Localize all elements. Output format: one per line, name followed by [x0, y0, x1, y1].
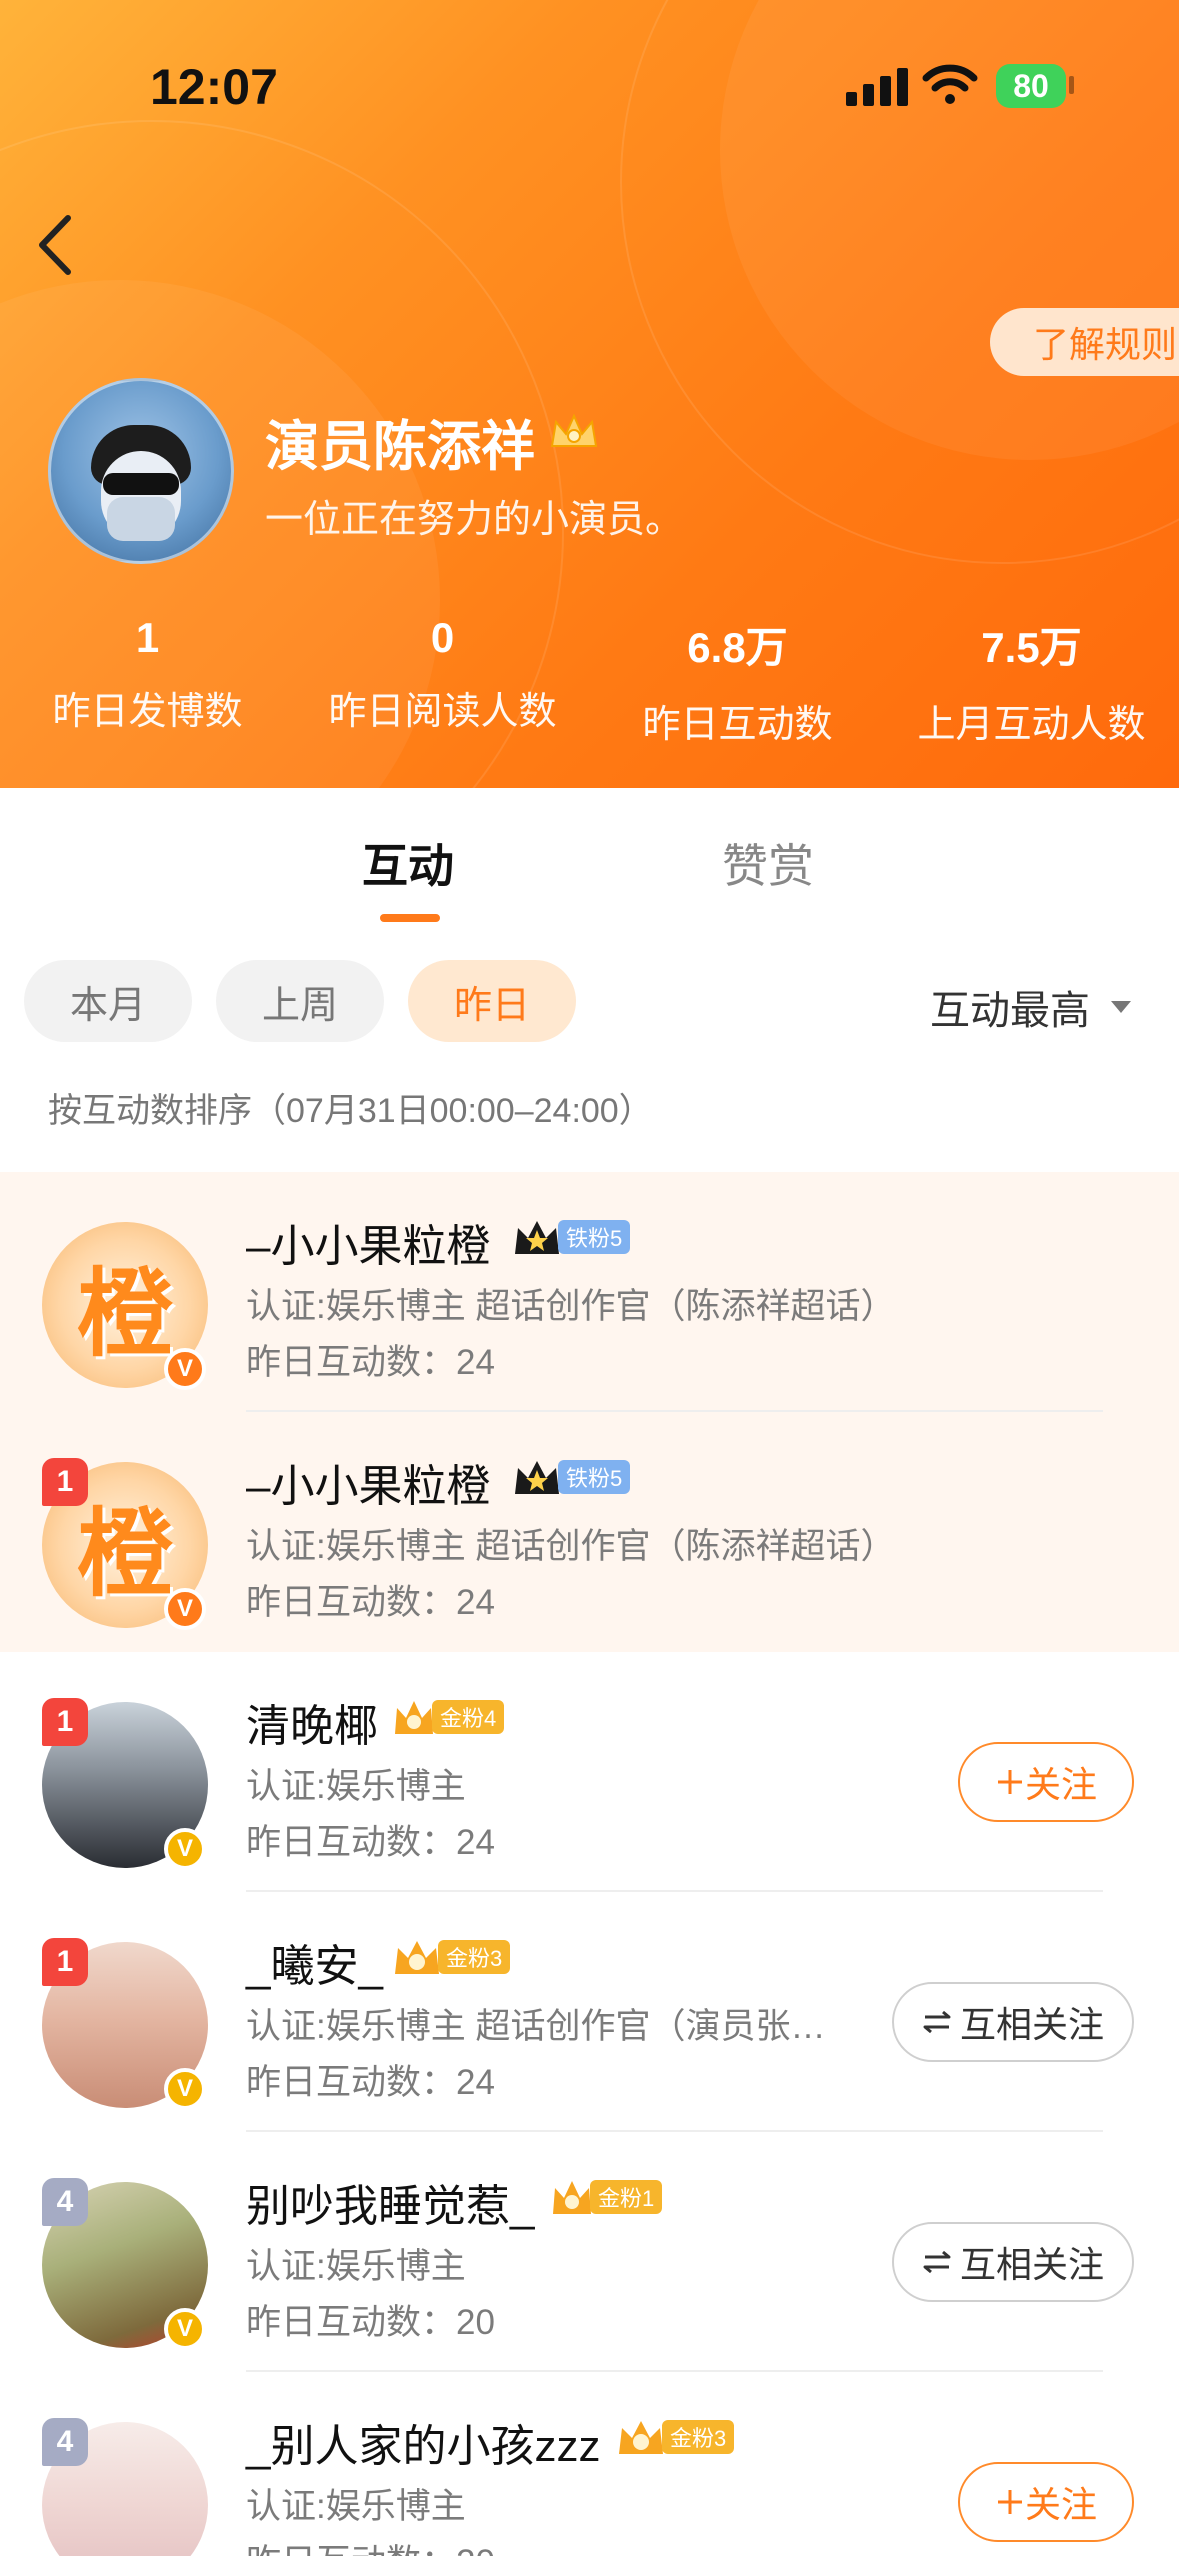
filter-this-month[interactable]: 本月	[24, 960, 192, 1042]
rank-badge: 4	[42, 2418, 88, 2466]
status-time: 12:07	[150, 59, 278, 115]
rules-button[interactable]: 了解规则	[990, 308, 1179, 376]
interaction-count: 昨日互动数：20	[246, 2303, 495, 2342]
stat-value: 7.5万	[981, 624, 1082, 671]
verified-badge-icon: V	[164, 1348, 206, 1390]
filter-yesterday[interactable]: 昨日	[408, 960, 576, 1042]
follow-label: 关注	[1024, 1764, 1097, 1805]
filter-last-week[interactable]: 上周	[216, 960, 384, 1042]
fan-level-badge: 金粉3	[392, 1936, 511, 1978]
list-item[interactable]: 4 V 别吵我睡觉惹_ 金粉1 认证:娱乐博主 昨日互动数：20 互相关注	[0, 2132, 1179, 2372]
fan-badge-label: 金粉3	[438, 1940, 511, 1974]
crown-icon	[553, 2181, 591, 2214]
list-item[interactable]: 1 V _曦安_ 金粉3 认证:娱乐博主 超话创作官（演员张… 昨日互动数：24…	[0, 1892, 1179, 2132]
stat-label: 昨日互动数	[642, 704, 833, 746]
follow-button[interactable]: 关注	[958, 1742, 1134, 1822]
user-certification: 认证:娱乐博主	[246, 2247, 466, 2286]
interaction-count: 昨日互动数：20	[246, 2534, 495, 2556]
interaction-count: 昨日互动数：24	[246, 1823, 495, 1862]
battery-indicator: 80	[996, 64, 1066, 108]
stat-posts-yesterday: 1 昨日发博数	[0, 614, 295, 735]
user-name[interactable]: _别人家的小孩zzz	[246, 2410, 600, 2474]
list-item[interactable]: 橙 1 V –小小果粒橙 铁粉5 认证:娱乐博主 超话创作官（陈添祥超话） 昨日…	[0, 1412, 1179, 1652]
fan-badge-label: 铁粉5	[558, 1220, 631, 1254]
sort-dropdown[interactable]: 互动最高	[930, 978, 1132, 1036]
fan-badge-label: 铁粉5	[558, 1460, 631, 1494]
rank-badge: 1	[42, 1938, 88, 1986]
back-button[interactable]	[30, 205, 80, 285]
user-name[interactable]: _曦安_	[246, 1930, 383, 1994]
tab-reward[interactable]: 赞赏	[722, 830, 814, 896]
swap-arrows-icon	[923, 2010, 951, 2034]
mutual-follow-label: 互相关注	[959, 2004, 1104, 2045]
stat-interactors-last-month: 7.5万 上月互动人数	[884, 614, 1179, 748]
rank-badge: 1	[42, 1698, 88, 1746]
profile-header: 12:07 80 了解规则 演员陈添祥 一位正在努力的小演员。 1 昨日发博数 …	[0, 0, 1179, 788]
mutual-follow-button[interactable]: 互相关注	[892, 2222, 1134, 2302]
verified-badge-icon: V	[164, 2308, 206, 2350]
follow-button[interactable]: 关注	[958, 2462, 1134, 2542]
crown-icon	[619, 2421, 663, 2454]
stat-value: 6.8万	[687, 624, 788, 671]
chevron-left-icon	[39, 215, 71, 275]
stat-readers-yesterday: 0 昨日阅读人数	[295, 614, 590, 735]
user-name[interactable]: –小小果粒橙	[246, 1210, 490, 1274]
caret-down-icon	[1111, 1001, 1131, 1013]
list-item[interactable]: 4 _别人家的小孩zzz 金粉3 认证:娱乐博主 昨日互动数：20 关注	[0, 2372, 1179, 2556]
stat-value: 1	[135, 614, 160, 661]
crown-icon	[515, 1461, 559, 1494]
user-certification: 认证:娱乐博主 超话创作官（陈添祥超话）	[246, 1527, 896, 1566]
plus-icon	[997, 1770, 1022, 1794]
fan-badge-label: 金粉1	[590, 2180, 663, 2214]
stat-interactions-yesterday: 6.8万 昨日互动数	[590, 614, 885, 748]
list-item[interactable]: 橙 V –小小果粒橙 铁粉5 认证:娱乐博主 超话创作官（陈添祥超话） 昨日互动…	[0, 1172, 1179, 1412]
tab-interaction[interactable]: 互动	[362, 830, 454, 896]
user-name[interactable]: 别吵我睡觉惹_	[246, 2170, 534, 2234]
crown-icon	[515, 1221, 559, 1254]
fan-badge-label: 金粉3	[662, 2420, 735, 2454]
fan-level-badge: 铁粉5	[512, 1456, 631, 1498]
stat-label: 上月互动人数	[917, 704, 1146, 746]
cellular-signal-icon	[846, 66, 908, 106]
fan-level-badge: 金粉3	[616, 2416, 735, 2458]
list-item[interactable]: 1 V 清晚椰 金粉4 认证:娱乐博主 昨日互动数：24 关注	[0, 1652, 1179, 1892]
stat-label: 昨日发博数	[52, 691, 243, 733]
verified-badge-icon: V	[164, 2068, 206, 2110]
sort-label: 互动最高	[930, 989, 1090, 1033]
sort-description: 按互动数排序（07月31日00:00–24:00）	[48, 1092, 653, 1130]
interaction-count: 昨日互动数：24	[246, 1583, 495, 1622]
verified-badge-icon: V	[164, 1588, 206, 1630]
user-certification: 认证:娱乐博主	[246, 1767, 466, 1806]
user-name[interactable]: 清晚椰	[246, 1690, 378, 1754]
crown-icon	[395, 1941, 439, 1974]
verified-badge-icon: V	[164, 1828, 206, 1870]
user-name[interactable]: –小小果粒橙	[246, 1450, 490, 1514]
fan-level-badge: 金粉4	[392, 1696, 505, 1738]
mutual-follow-button[interactable]: 互相关注	[892, 1982, 1134, 2062]
crown-icon	[395, 1701, 433, 1734]
tab-active-indicator	[380, 914, 440, 922]
stat-value: 0	[430, 614, 455, 661]
fan-level-badge: 铁粉5	[512, 1216, 631, 1258]
user-certification: 认证:娱乐博主 超话创作官（演员张…	[246, 2007, 826, 2046]
battery-tip	[1069, 76, 1074, 94]
user-certification: 认证:娱乐博主 超话创作官（陈添祥超话）	[246, 1287, 896, 1326]
user-certification: 认证:娱乐博主	[246, 2487, 466, 2526]
rank-badge: 4	[42, 2178, 88, 2226]
interaction-count: 昨日互动数：24	[246, 2063, 495, 2102]
profile-avatar[interactable]	[48, 378, 234, 564]
profile-bio: 一位正在努力的小演员。	[265, 499, 684, 541]
profile-name: 演员陈添祥	[265, 417, 535, 477]
mutual-follow-label: 互相关注	[959, 2244, 1104, 2285]
wifi-icon	[922, 64, 978, 104]
fan-level-badge: 金粉1	[550, 2176, 663, 2218]
swap-arrows-icon	[923, 2250, 951, 2274]
interaction-count: 昨日互动数：24	[246, 1343, 495, 1382]
fan-badge-label: 金粉4	[432, 1700, 505, 1734]
plus-icon	[997, 2490, 1022, 2514]
follow-label: 关注	[1024, 2484, 1097, 2525]
crown-icon	[550, 413, 598, 447]
stat-label: 昨日阅读人数	[328, 691, 557, 733]
rank-badge: 1	[42, 1458, 88, 1506]
